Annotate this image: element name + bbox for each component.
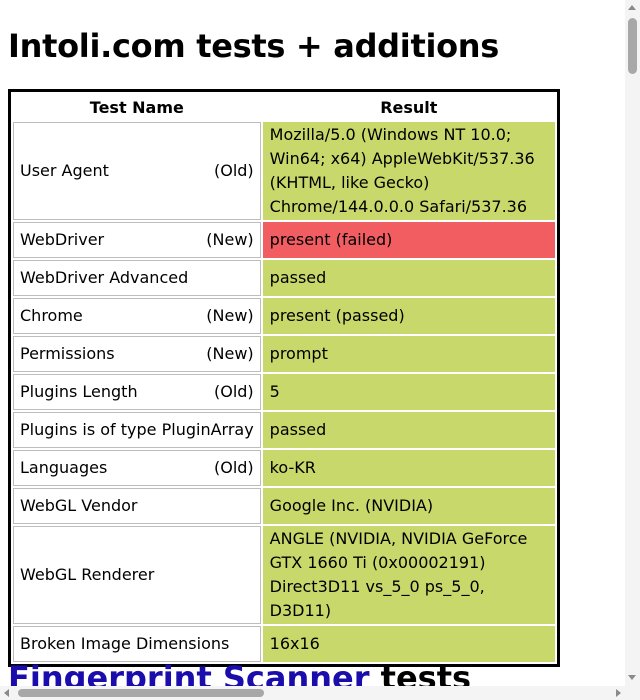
result-cell-passed: 5	[262, 374, 555, 410]
test-name-cell: Plugins is of type PluginArray	[13, 412, 261, 448]
horizontal-scrollbar[interactable]	[0, 686, 625, 700]
test-name-cell: Plugins Length (Old)	[13, 374, 261, 410]
table-row: WebGL Renderer ANGLE (NVIDIA, NVIDIA GeFo…	[13, 526, 555, 624]
table-row: WebGL Vendor Google Inc. (NVIDIA)	[13, 488, 555, 524]
result-cell-passed: ko-KR	[262, 450, 555, 486]
scroll-up-arrow-icon[interactable]	[628, 5, 636, 10]
test-name-cell: WebGL Renderer	[13, 526, 261, 624]
test-name: WebDriver	[20, 230, 105, 249]
table-row: Permissions (New) prompt	[13, 336, 555, 372]
scroll-down-arrow-icon[interactable]	[628, 675, 636, 680]
test-age-tag: (Old)	[213, 382, 254, 401]
test-age-tag: (New)	[206, 230, 254, 249]
test-age-tag: (Old)	[213, 458, 254, 477]
result-cell-failed: present (failed)	[262, 222, 555, 258]
table-row: WebDriver (New) present (failed)	[13, 222, 555, 258]
test-name-cell: WebDriver Advanced	[13, 260, 261, 296]
vertical-scroll-thumb[interactable]	[628, 18, 637, 74]
test-name-cell: Permissions (New)	[13, 336, 261, 372]
test-name: Languages	[20, 458, 108, 477]
test-name: WebDriver Advanced	[20, 268, 189, 287]
test-name-cell: Chrome (New)	[13, 298, 261, 334]
test-name: Permissions	[20, 344, 115, 363]
result-cell-passed: ANGLE (NVIDIA, NVIDIA GeForce GTX 1660 T…	[262, 526, 555, 624]
test-name-cell: WebDriver (New)	[13, 222, 261, 258]
test-name-cell: Languages (Old)	[13, 450, 261, 486]
table-row: User Agent (Old) Mozilla/5.0 (Windows NT 1…	[13, 122, 555, 220]
test-age-tag: (Old)	[213, 161, 254, 180]
test-name-cell: Broken Image Dimensions	[13, 626, 261, 662]
result-cell-passed: Google Inc. (NVIDIA)	[262, 488, 555, 524]
page-content: Intoli.com tests + additions Test Name R…	[8, 0, 620, 697]
test-age-tag: (New)	[206, 344, 254, 363]
table-row: Languages (Old) ko-KR	[13, 450, 555, 486]
table-row: Plugins is of type PluginArray passed	[13, 412, 555, 448]
results-table: Test Name Result User Agent (Old) Mozilla/…	[8, 89, 560, 667]
result-cell-passed: Mozilla/5.0 (Windows NT 10.0; Win64; x64…	[262, 122, 555, 220]
result-cell-passed: present (passed)	[262, 298, 555, 334]
vertical-scrollbar[interactable]	[625, 0, 640, 700]
column-header-result: Result	[380, 97, 438, 117]
table-row: WebDriver Advanced passed	[13, 260, 555, 296]
test-name-cell: User Agent (Old)	[13, 122, 261, 220]
column-header-test-name: Test Name	[89, 97, 184, 117]
scroll-left-arrow-icon[interactable]	[4, 689, 9, 697]
table-row: Plugins Length (Old) 5	[13, 374, 555, 410]
table-row: Broken Image Dimensions 16x16	[13, 626, 555, 662]
page-title: Intoli.com tests + additions	[8, 27, 500, 65]
test-name: WebGL Renderer	[20, 565, 155, 584]
result-cell-passed: 16x16	[262, 626, 555, 662]
table-header-row: Test Name Result	[13, 94, 555, 120]
result-cell-passed: passed	[262, 412, 555, 448]
test-name: WebGL Vendor	[20, 496, 138, 515]
horizontal-scroll-thumb[interactable]	[18, 689, 264, 697]
test-age-tag: (New)	[206, 306, 254, 325]
result-cell-passed: prompt	[262, 336, 555, 372]
test-name-cell: WebGL Vendor	[13, 488, 261, 524]
test-name: Plugins Length	[20, 382, 138, 401]
scroll-right-arrow-icon[interactable]	[616, 689, 621, 697]
result-cell-passed: passed	[262, 260, 555, 296]
test-name: Chrome	[20, 306, 83, 325]
table-row: Chrome (New) present (passed)	[13, 298, 555, 334]
test-name: User Agent	[20, 161, 109, 180]
test-name: Broken Image Dimensions	[20, 634, 230, 653]
test-name: Plugins is of type PluginArray	[20, 420, 254, 439]
